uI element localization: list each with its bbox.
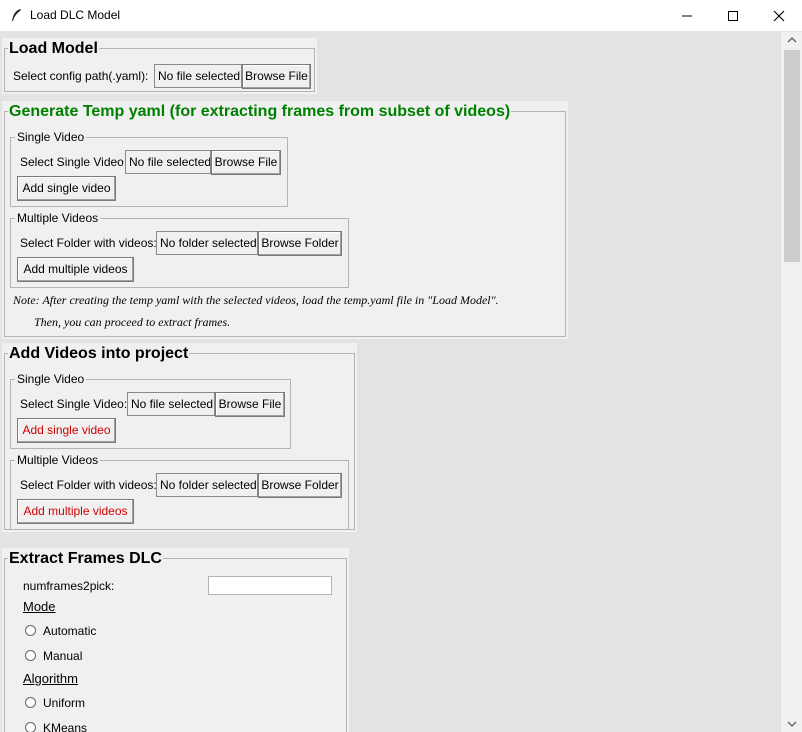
feather-icon	[12, 9, 21, 21]
add-videos-section: Add Videos into project Single Video Sel…	[2, 343, 357, 532]
temp-yaml-note-line1: Note: After creating the temp yaml with …	[13, 293, 499, 307]
add-videos-title: Add Videos into project	[8, 344, 190, 363]
load-model-title: Load Model	[8, 39, 99, 58]
mode-manual-radio[interactable]	[25, 650, 36, 661]
close-button[interactable]	[756, 0, 802, 31]
browse-config-button[interactable]: Browse File	[242, 64, 311, 89]
add-multiple-title: Multiple Videos	[15, 452, 101, 468]
numframes-label: numframes2pick:	[23, 579, 115, 593]
temp-yaml-section: Generate Temp yaml (for extracting frame…	[2, 101, 568, 339]
scroll-up-icon[interactable]	[786, 35, 798, 45]
minimize-icon	[682, 15, 692, 16]
temp-yaml-title: Generate Temp yaml (for extracting frame…	[8, 102, 512, 121]
maximize-icon	[728, 10, 738, 21]
temp-single-label: Select Single Video:	[20, 155, 128, 169]
temp-multiple-folder-field[interactable]: No folder selected	[156, 231, 258, 255]
vertical-scrollbar[interactable]	[780, 32, 802, 732]
algorithm-uniform-label: Uniform	[43, 696, 86, 710]
scrollable-content: Load Model Select config path(.yaml): No…	[0, 32, 780, 732]
mode-automatic-radio[interactable]	[25, 625, 36, 636]
title-bar: Load DLC Model	[0, 0, 802, 32]
temp-single-title: Single Video	[15, 129, 87, 145]
add-multiple-browse-button[interactable]: Browse Folder	[258, 473, 342, 498]
add-multiple-label: Select Folder with videos:	[20, 478, 157, 492]
temp-multiple-browse-button[interactable]: Browse Folder	[258, 231, 342, 256]
temp-add-single-button[interactable]: Add single video	[17, 176, 116, 201]
add-single-video-button[interactable]: Add single video	[17, 418, 116, 443]
numframes-input[interactable]	[208, 576, 332, 595]
extract-frames-section: Extract Frames DLC numframes2pick: Mode …	[2, 548, 349, 732]
add-single-file-field[interactable]: No file selected	[127, 392, 215, 416]
load-model-section: Load Model Select config path(.yaml): No…	[2, 38, 317, 94]
mode-automatic-label: Automatic	[43, 624, 97, 638]
temp-single-browse-button[interactable]: Browse File	[211, 150, 281, 175]
mode-heading: Mode	[23, 599, 56, 614]
add-multiple-folder-field[interactable]: No folder selected	[156, 473, 258, 497]
close-icon	[773, 10, 785, 21]
scrollbar-thumb[interactable]	[784, 50, 800, 262]
algorithm-uniform-radio[interactable]	[25, 697, 36, 708]
temp-multiple-label: Select Folder with videos:	[20, 236, 157, 250]
extract-frames-title: Extract Frames DLC	[8, 549, 163, 568]
config-path-label: Select config path(.yaml):	[13, 69, 149, 83]
add-single-browse-button[interactable]: Browse File	[215, 392, 285, 417]
temp-multiple-title: Multiple Videos	[15, 210, 101, 226]
config-path-field[interactable]: No file selected	[154, 64, 242, 88]
mode-manual-label: Manual	[43, 649, 83, 663]
algorithm-kmeans-label: KMeans	[43, 721, 88, 732]
temp-add-multiple-button[interactable]: Add multiple videos	[17, 257, 134, 282]
scroll-down-icon[interactable]	[786, 719, 798, 729]
maximize-button[interactable]	[710, 0, 756, 31]
algorithm-kmeans-radio[interactable]	[25, 722, 36, 732]
add-single-title: Single Video	[15, 371, 87, 387]
add-single-label: Select Single Video:	[20, 397, 128, 411]
temp-yaml-note-line2: Then, you can proceed to extract frames.	[34, 315, 231, 329]
minimize-button[interactable]	[664, 0, 710, 31]
algorithm-heading: Algorithm	[23, 671, 78, 686]
temp-single-file-field[interactable]: No file selected	[125, 150, 211, 174]
window-title: Load DLC Model	[30, 8, 121, 22]
add-multiple-videos-button[interactable]: Add multiple videos	[17, 499, 134, 524]
